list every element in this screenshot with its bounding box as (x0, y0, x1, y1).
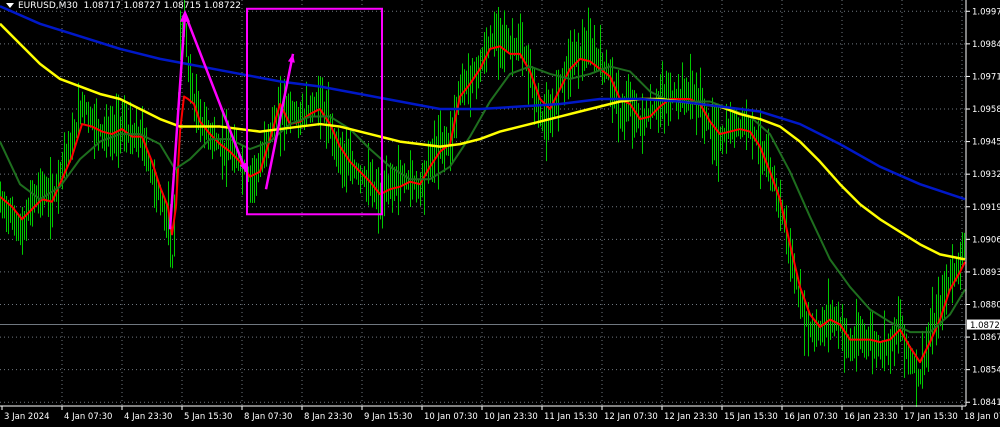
y-tick-label: 1.0906 (972, 235, 1000, 245)
x-tick-label: 12 Jan 07:30 (604, 412, 658, 422)
x-tick-label: 16 Jan 07:30 (784, 412, 838, 422)
x-tick-label: 11 Jan 15:30 (544, 412, 598, 422)
y-tick-label: 1.0893 (972, 268, 1000, 278)
indicator-line-4 (0, 5, 966, 201)
y-tick-label: 1.0932 (972, 170, 1000, 180)
x-tick-label: 3 Jan 2024 (4, 412, 50, 422)
x-tick-label: 10 Jan 23:30 (484, 412, 538, 422)
x-tick-label: 18 Jan 07 (964, 412, 1000, 422)
price-bars (0, 0, 965, 407)
y-tick-label: 1.0841 (972, 398, 1000, 408)
x-tick-label: 9 Jan 15:30 (364, 412, 412, 422)
y-tick-label: 1.0971 (972, 72, 1000, 82)
y-tick-label: 1.0919 (972, 203, 1000, 213)
x-tick-label: 5 Jan 15:30 (184, 412, 232, 422)
y-tick-label: 1.0945 (972, 138, 1000, 148)
y-tick-label: 1.0867 (972, 333, 1000, 343)
y-tick-label: 1.0984 (972, 40, 1000, 50)
chart-area[interactable]: 1.0997 1.0984 1.0971 1.0958 1.0945 1.0932 1.09… (0, 0, 1000, 423)
y-tick-label: 1.0880 (972, 301, 1000, 311)
y-tick-label: 1.0997 (972, 7, 1000, 17)
x-tick-label: 8 Jan 07:30 (244, 412, 292, 422)
x-tick-label: 16 Jan 23:30 (844, 412, 898, 422)
x-tick-label: 10 Jan 07:30 (424, 412, 478, 422)
x-tick-label: 8 Jan 23:30 (304, 412, 352, 422)
x-tick-label: 12 Jan 23:30 (664, 412, 718, 422)
x-tick-label: 4 Jan 23:30 (124, 412, 172, 422)
y-tick-label: 1.0854 (972, 366, 1000, 376)
chart-header: EURUSD,M30 1.08717 1.08727 1.08715 1.087… (6, 1, 241, 11)
x-tick-label: 4 Jan 07:30 (64, 412, 112, 422)
y-tick-label: 1.0958 (972, 105, 1000, 115)
x-tick-label: 17 Jan 15:30 (904, 412, 958, 422)
ohlc-values: 1.08717 1.08727 1.08715 1.08722 (83, 1, 242, 11)
x-tick-label: 15 Jan 15:30 (724, 412, 778, 422)
current-price-label: 1.0872 (970, 321, 1000, 331)
symbol-timeframe: EURUSD,M30 (18, 1, 78, 11)
dropdown-triangle-icon[interactable] (6, 3, 14, 8)
price-chart[interactable]: 1.0997 1.0984 1.0971 1.0958 1.0945 1.0932 1.09… (0, 0, 1000, 423)
